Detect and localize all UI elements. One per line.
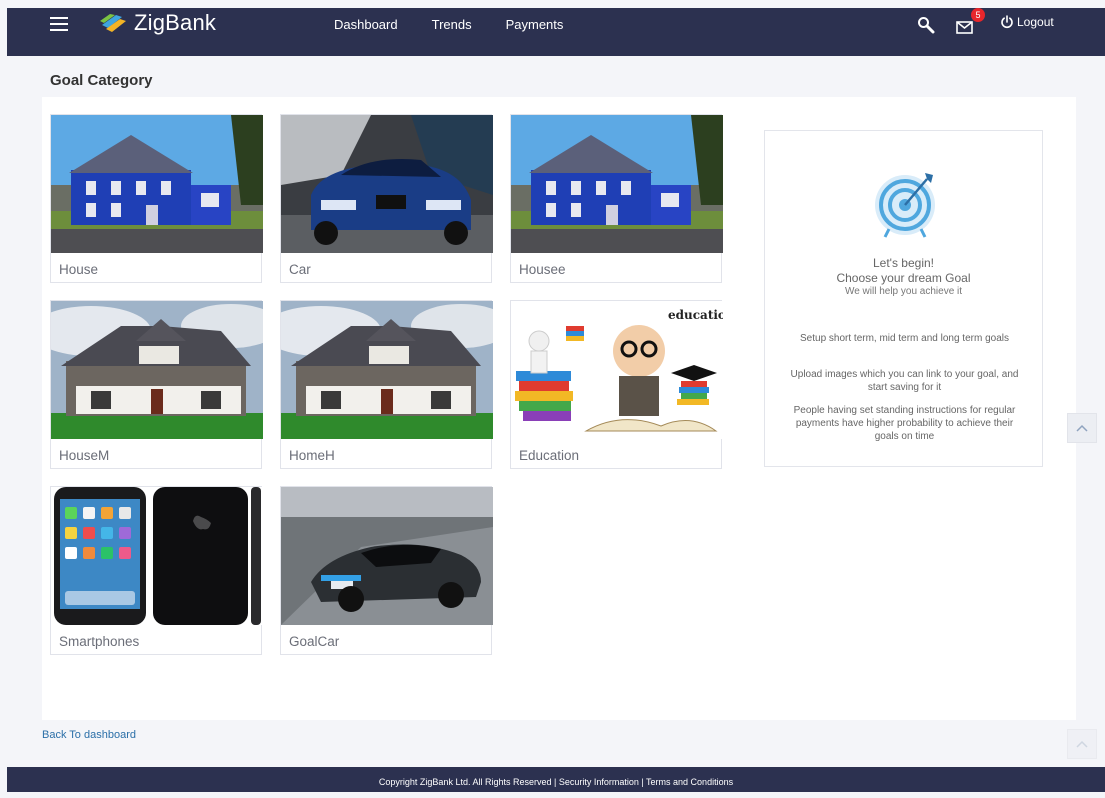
goal-card-housee[interactable]: Housee [510,114,723,283]
goal-card-house[interactable]: House [50,114,263,283]
back-to-dashboard-link[interactable]: Back To dashboard [42,729,136,741]
goal-card-car[interactable]: Car [280,114,493,283]
goal-label: HouseM [59,448,110,463]
goal-label: GoalCar [289,634,340,649]
logout-label: Logout [1017,15,1054,29]
chevron-up-icon [1076,424,1088,432]
footer: Copyright ZigBank Ltd. All Rights Reserv… [7,767,1105,792]
panel-info-2: Upload images which you can link to your… [790,369,1019,393]
scroll-up-button[interactable] [1067,413,1097,443]
goal-label: Education [519,448,580,463]
goal-label: Car [289,262,311,277]
hamburger-menu-icon[interactable] [50,17,68,31]
scroll-to-top-button[interactable] [1067,729,1097,759]
goal-info-panel: Let's begin! Choose your dream Goal We w… [764,130,1043,467]
goal-image [511,115,723,253]
goal-image [51,487,263,625]
goal-image: education [511,301,723,439]
target-icon [875,173,935,238]
panel-subtitle: Choose your dream Goal [836,271,971,285]
nav-trends[interactable]: Trends [432,17,472,32]
page-title: Goal Category [50,72,153,89]
goal-label: Smartphones [59,634,140,649]
goal-card-education[interactable]: education Education [510,300,723,469]
goal-image [281,301,493,439]
goal-card-homeh[interactable]: HomeH [280,300,493,469]
logout-button[interactable]: Logout [1000,15,1054,29]
education-image-text: education [668,308,723,322]
goal-image [281,487,493,625]
goal-label: Housee [519,262,566,277]
brand-name: ZigBank [134,10,217,35]
goal-card-housem[interactable]: HouseM [50,300,263,469]
nav-dashboard[interactable]: Dashboard [334,17,398,32]
goal-image [281,115,493,253]
chevron-up-icon [1076,740,1088,748]
panel-title: Let's begin! [872,256,934,270]
main-nav: Dashboard Trends Payments [334,0,597,48]
goal-card-smartphones[interactable]: Smartphones [50,486,263,655]
goal-card-goalcar[interactable]: GoalCar [280,486,493,655]
goal-image [51,115,263,253]
mail-count-badge: 5 [971,8,985,22]
search-icon[interactable] [917,16,935,34]
panel-info-3: People having set standing instructions … [793,405,1016,442]
power-icon [1001,15,1013,29]
goal-image [51,301,263,439]
zigbank-logo-icon [100,14,126,32]
brand-logo[interactable]: ZigBank [100,10,216,36]
goal-label: HomeH [289,448,335,463]
panel-info-1: Setup short term, mid term and long term… [800,333,1009,344]
panel-tagline: We will help you achieve it [844,286,963,297]
goal-label: House [59,262,99,277]
nav-payments[interactable]: Payments [506,17,564,32]
